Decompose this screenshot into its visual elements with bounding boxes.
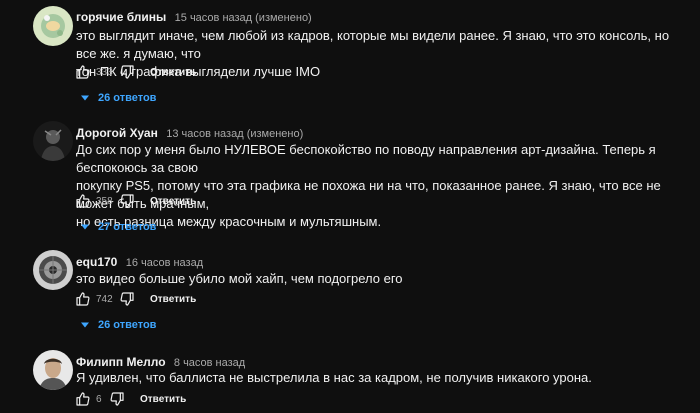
reply-button[interactable]: Ответить (150, 294, 196, 305)
comment-time[interactable]: 13 часов назад (изменено) (166, 128, 303, 140)
comment-actions: 742 Ответить (74, 290, 196, 308)
comment-text: Я удивлен, что баллиста не выстрелила в … (76, 370, 592, 385)
author-name[interactable]: Филипп Мелло (76, 355, 166, 369)
chevron-down-icon (81, 322, 89, 328)
thumbs-up-icon[interactable] (74, 390, 92, 408)
comment-text: До сих пор у меня было НУЛЕВОЕ беспокойс… (76, 142, 661, 229)
view-replies-button[interactable]: 27 ответов (80, 221, 156, 233)
comment-time[interactable]: 8 часов назад (174, 357, 245, 369)
comment-header: Филипп Мелло 8 часов назад (76, 355, 245, 369)
thumbs-down-icon[interactable] (118, 63, 136, 81)
comment-header: equ170 16 часов назад (76, 255, 203, 269)
replies-count: 26 ответов (98, 319, 157, 331)
comment-time[interactable]: 16 часов назад (126, 257, 203, 269)
replies-count: 27 ответов (98, 221, 157, 233)
thumbs-down-icon[interactable] (118, 192, 136, 210)
thumbs-down-icon[interactable] (118, 290, 136, 308)
comment-text: это видео больше убило мой хайп, чем под… (76, 271, 403, 286)
like-count: 742 (96, 293, 113, 305)
comment-actions: 358 Ответить (74, 192, 196, 210)
author-name[interactable]: горячие блины (76, 10, 166, 24)
like-count: 358 (96, 195, 113, 207)
like-count: 333 (96, 66, 113, 78)
replies-count: 26 ответов (98, 92, 157, 104)
comment-time[interactable]: 15 часов назад (изменено) (175, 12, 312, 24)
view-replies-button[interactable]: 26 ответов (80, 319, 156, 331)
thumbs-up-icon[interactable] (74, 192, 92, 210)
like-count: 6 (96, 393, 102, 405)
avatar[interactable] (33, 6, 73, 46)
comment-header: горячие блины 15 часов назад (изменено) (76, 10, 312, 24)
comment-actions: 6 Ответить (74, 390, 186, 408)
avatar[interactable] (33, 250, 73, 290)
comment-header: Дорогой Хуан 13 часов назад (изменено) (76, 126, 303, 140)
avatar[interactable] (33, 121, 73, 161)
reply-button[interactable]: Ответить (150, 67, 196, 78)
view-replies-button[interactable]: 26 ответов (80, 92, 156, 104)
author-name[interactable]: equ170 (76, 255, 117, 269)
avatar[interactable] (33, 350, 73, 390)
comment-actions: 333 Ответить (74, 63, 196, 81)
thumbs-up-icon[interactable] (74, 290, 92, 308)
chevron-down-icon (81, 95, 89, 101)
chevron-down-icon (81, 224, 89, 230)
author-name[interactable]: Дорогой Хуан (76, 126, 158, 140)
thumbs-up-icon[interactable] (74, 63, 92, 81)
reply-button[interactable]: Ответить (140, 394, 186, 405)
thumbs-down-icon[interactable] (108, 390, 126, 408)
reply-button[interactable]: Ответить (150, 196, 196, 207)
